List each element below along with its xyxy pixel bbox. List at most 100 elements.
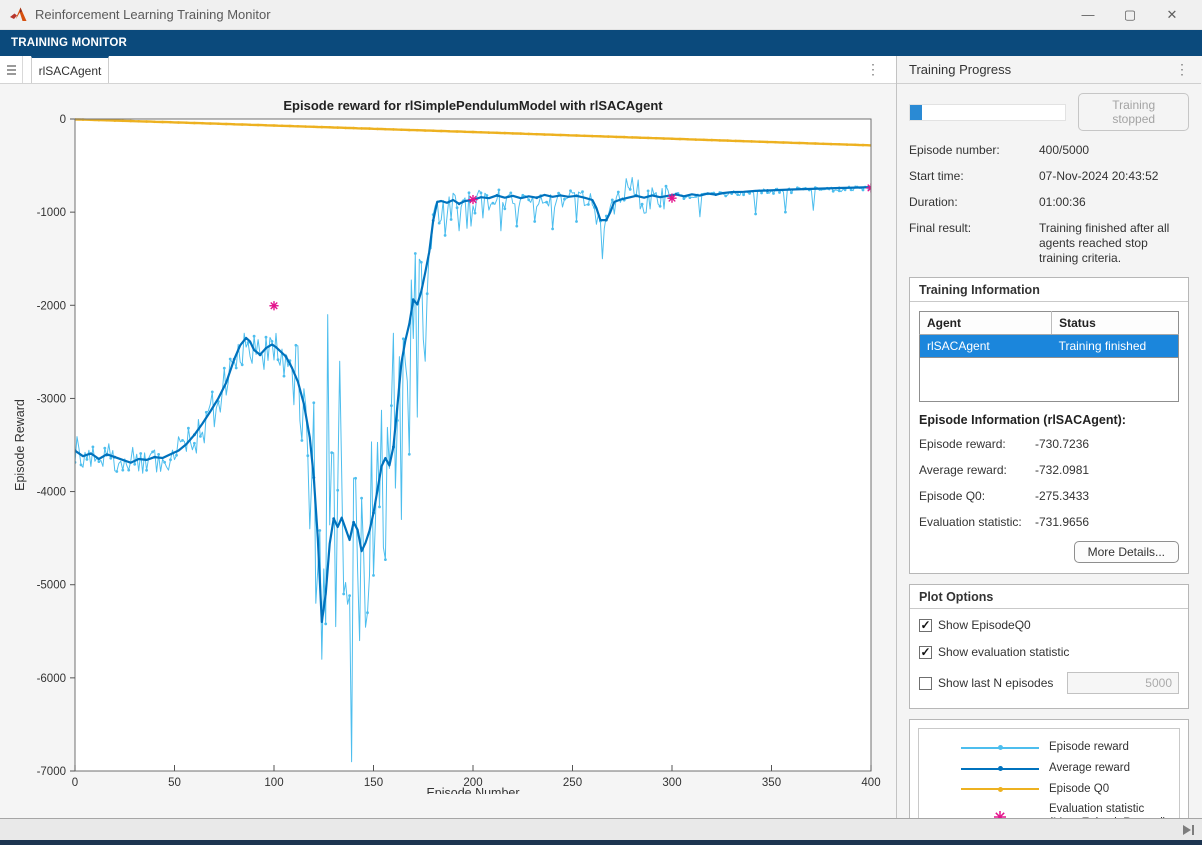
legend-label: Evaluation statistic(MeanEpisodeReward) — [1049, 803, 1167, 818]
app-window: Reinforcement Learning Training Monitor … — [0, 0, 1202, 845]
field-label: Episode number: — [909, 143, 1039, 158]
legend-entry: Episode Q0 — [923, 783, 1175, 797]
checkbox-label: Show evaluation statistic — [938, 645, 1069, 659]
svg-text:0: 0 — [60, 114, 66, 126]
info-field: Episode number:400/5000 — [909, 143, 1189, 158]
window-title: Reinforcement Learning Training Monitor — [35, 7, 1068, 22]
status-bar — [0, 818, 1202, 845]
episode-info-title: Episode Information (rlSACAgent): — [919, 413, 1179, 427]
agents-table: Agent Status rlSACAgentTraining finished — [919, 311, 1179, 358]
info-field: Episode reward:-730.7236 — [919, 437, 1179, 451]
agent-table-row[interactable]: rlSACAgentTraining finished — [920, 335, 1179, 358]
section-title: Training Information — [910, 278, 1188, 302]
field-label: Evaluation statistic: — [919, 515, 1035, 529]
legend-line-sample — [961, 768, 1039, 770]
plot-option-row: Show last N episodes — [919, 672, 1179, 694]
field-value: 400/5000 — [1039, 143, 1189, 158]
toolstrip-label: TRAINING MONITOR — [11, 37, 127, 49]
legend-label: Episode reward — [1049, 741, 1129, 755]
field-value: -275.3433 — [1035, 489, 1089, 503]
checkbox-unchecked[interactable] — [919, 677, 932, 690]
svg-text:-2000: -2000 — [37, 300, 66, 312]
info-field: Average reward:-732.0981 — [919, 463, 1179, 477]
svg-text:150: 150 — [364, 777, 383, 789]
document-tab-strip: rlSACAgent ⋮ — [0, 56, 896, 84]
checkbox-label: Show last N episodes — [938, 676, 1053, 690]
info-field: Evaluation statistic:-731.9656 — [919, 515, 1179, 529]
svg-text:350: 350 — [762, 777, 781, 789]
tab-rlsacagent[interactable]: rlSACAgent — [31, 56, 109, 83]
legend-entry: Episode reward — [923, 741, 1175, 755]
plot-legend: Episode reward Average reward Episode Q0 Ev… — [918, 728, 1180, 818]
field-value: -732.0981 — [1035, 463, 1089, 477]
checkbox-checked[interactable]: ✓ — [919, 646, 932, 659]
legend-asterisk-sample — [961, 809, 1039, 818]
panel-title: Training Progress — [909, 62, 1175, 77]
info-field: Final result:Training finished after all… — [909, 221, 1189, 266]
plot-option-row: ✓ Show evaluation statistic — [919, 645, 1179, 659]
field-value: -730.7236 — [1035, 437, 1089, 451]
agent-name-cell: rlSACAgent — [920, 335, 1052, 358]
checkbox-label: Show EpisodeQ0 — [938, 618, 1031, 632]
last-n-episodes-input[interactable] — [1067, 672, 1179, 694]
legend-line-sample — [961, 747, 1039, 749]
svg-text:-1000: -1000 — [37, 207, 66, 219]
plot-option-row: ✓ Show EpisodeQ0 — [919, 618, 1179, 632]
field-label: Average reward: — [919, 463, 1035, 477]
field-label: Duration: — [909, 195, 1039, 210]
svg-text:-5000: -5000 — [37, 580, 66, 592]
info-field: Duration:01:00:36 — [909, 195, 1189, 210]
agent-status-cell: Training finished — [1052, 335, 1179, 358]
panel-actions-icon[interactable]: ⋮ — [1175, 61, 1189, 78]
legend-label: Average reward — [1049, 762, 1130, 776]
training-progress-panel: Training Progress ⋮ Training stopped Epi… — [897, 56, 1201, 818]
training-information-section: Training Information Agent Status rlSACA… — [909, 277, 1189, 574]
training-plot-figure: Episode reward for rlSimplePendulumModel… — [0, 84, 896, 818]
minimize-button[interactable]: — — [1068, 2, 1108, 28]
legend-entry: Average reward — [923, 762, 1175, 776]
info-field: Episode Q0:-275.3433 — [919, 489, 1179, 503]
svg-text:0: 0 — [72, 777, 78, 789]
toolstrip-tab-training-monitor[interactable]: TRAINING MONITOR — [0, 30, 1202, 56]
legend-label: Episode Q0 — [1049, 783, 1109, 797]
field-value: 07-Nov-2024 20:43:52 — [1039, 169, 1189, 184]
section-title: Plot Options — [910, 585, 1188, 609]
svg-text:Episode Reward: Episode Reward — [13, 399, 27, 491]
field-label: Start time: — [909, 169, 1039, 184]
svg-text:Episode reward for rlSimplePen: Episode reward for rlSimplePendulumModel… — [283, 98, 663, 113]
checkbox-checked[interactable]: ✓ — [919, 619, 932, 632]
info-field: Start time:07-Nov-2024 20:43:52 — [909, 169, 1189, 184]
training-stopped-button[interactable]: Training stopped — [1078, 93, 1189, 131]
field-label: Episode Q0: — [919, 489, 1035, 503]
column-header-agent: Agent — [920, 312, 1052, 335]
progress-fields: Episode number:400/5000Start time:07-Nov… — [909, 143, 1189, 266]
svg-text:400: 400 — [861, 777, 880, 789]
svg-text:-3000: -3000 — [37, 393, 66, 405]
field-label: Final result: — [909, 221, 1039, 266]
matlab-logo-icon — [10, 7, 27, 22]
field-value: Training finished after all agents reach… — [1039, 221, 1189, 266]
episode-info-fields: Episode reward:-730.7236Average reward:-… — [919, 437, 1179, 529]
more-details-button[interactable]: More Details... — [1074, 541, 1179, 563]
field-label: Episode reward: — [919, 437, 1035, 451]
field-value: -731.9656 — [1035, 515, 1089, 529]
table-empty-area — [919, 358, 1179, 402]
close-button[interactable]: ✕ — [1152, 2, 1192, 28]
tab-actions-icon[interactable]: ⋮ — [866, 56, 880, 83]
expand-panel-icon[interactable] — [1183, 825, 1194, 835]
maximize-button[interactable]: ▢ — [1110, 2, 1150, 28]
legend-section: Episode reward Average reward Episode Q0 Ev… — [909, 719, 1189, 818]
svg-text:-4000: -4000 — [37, 487, 66, 499]
training-progress-bar — [909, 104, 1066, 121]
svg-text:200: 200 — [463, 777, 482, 789]
panel-toggle-icon[interactable] — [0, 56, 23, 83]
svg-text:50: 50 — [168, 777, 181, 789]
legend-line-sample — [961, 788, 1039, 790]
field-value: 01:00:36 — [1039, 195, 1189, 210]
title-bar: Reinforcement Learning Training Monitor … — [0, 0, 1202, 30]
svg-text:300: 300 — [662, 777, 681, 789]
legend-entry: Evaluation statistic(MeanEpisodeReward) — [923, 803, 1175, 818]
svg-text:250: 250 — [563, 777, 582, 789]
tab-label: rlSACAgent — [39, 64, 102, 78]
svg-text:100: 100 — [264, 777, 283, 789]
